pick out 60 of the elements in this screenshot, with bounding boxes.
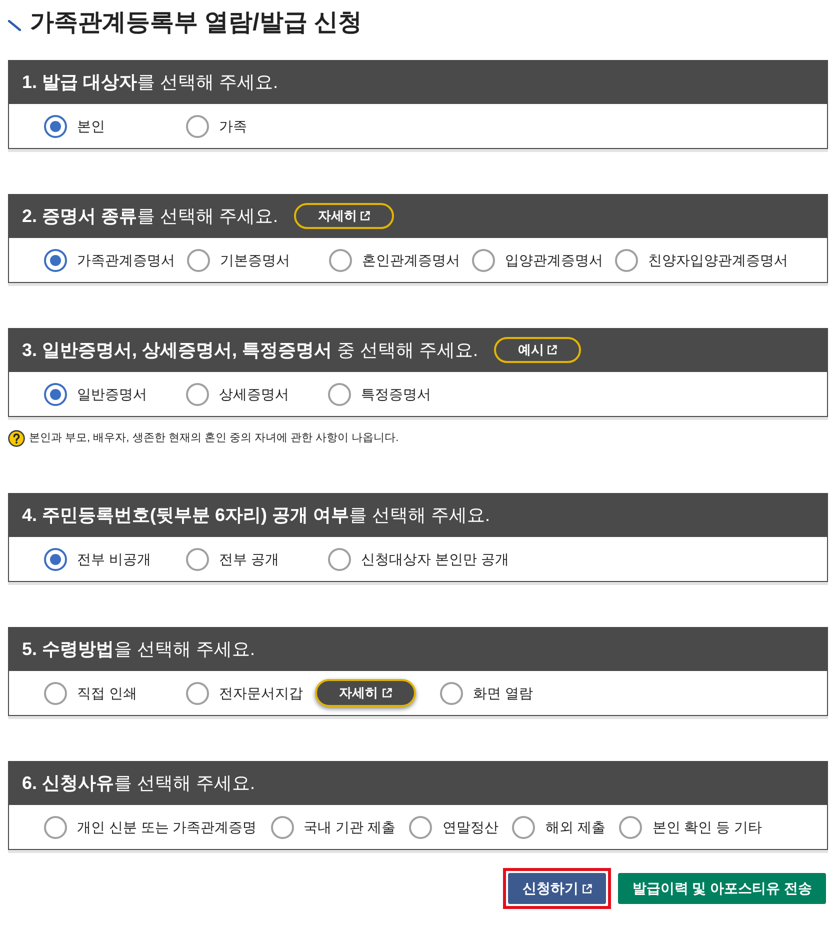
radio-label[interactable]: 친양자입양관계증명서 [648, 250, 788, 270]
radio-button[interactable] [44, 248, 67, 272]
radio-label[interactable]: 입양관계증명서 [505, 250, 603, 270]
page-title: 가족관계등록부 열람/발급 신청 [30, 8, 362, 38]
radio-button[interactable] [44, 548, 67, 570]
radio-label[interactable]: 전부 공개 [219, 548, 279, 570]
radio-label[interactable]: 연말정산 [442, 816, 498, 838]
section-title: 2. 증명서 종류를 선택해 주세요. [22, 204, 278, 228]
radio-button[interactable] [619, 816, 642, 838]
radio-label[interactable]: 신청대상자 본인만 공개 [361, 548, 509, 570]
radio-label[interactable]: 본인 [77, 116, 105, 136]
section-title: 6. 신청사유를 선택해 주세요. [22, 772, 256, 794]
radio-button[interactable] [440, 682, 463, 704]
section-title: 1. 발급 대상자를 선택해 주세요. [22, 70, 278, 94]
radio-button[interactable] [44, 114, 67, 138]
title-marker-icon [8, 20, 21, 30]
radio-label[interactable]: 가족 [219, 116, 247, 136]
radio-button[interactable] [512, 816, 536, 838]
radio-button[interactable] [328, 382, 351, 406]
action-button[interactable]: 신청하기 [508, 873, 606, 904]
link-button[interactable]: 자세히 [315, 679, 416, 707]
external-link-icon [382, 688, 392, 698]
radio-button[interactable] [329, 248, 352, 272]
radio-label[interactable]: 개인 신분 또는 가족관계증명 [77, 816, 257, 838]
section-title: 4. 주민등록번호(뒷부분 6자리) 공개 여부를 선택해 주세요. [22, 504, 490, 527]
radio-label[interactable]: 직접 인쇄 [77, 682, 137, 704]
help-note: 본인과 부모, 배우자, 생존한 현재의 혼인 중의 자녀에 관한 사항이 나옵니다. [29, 431, 399, 446]
radio-label[interactable]: 가족관계증명서 [77, 250, 175, 270]
radio-button[interactable] [44, 682, 67, 704]
radio-button[interactable] [328, 548, 351, 570]
radio-button[interactable] [472, 248, 495, 272]
radio-label[interactable]: 특정증명서 [361, 384, 431, 404]
radio-button[interactable] [186, 382, 209, 406]
external-link-icon [547, 345, 558, 355]
radio-label[interactable]: 기본증명서 [220, 250, 290, 270]
radio-label[interactable]: 전자문서지갑 [219, 682, 303, 704]
radio-button[interactable] [615, 248, 638, 272]
radio-label[interactable]: 국내 기관 제출 [304, 816, 396, 838]
radio-label[interactable]: 혼인관계증명서 [362, 250, 460, 270]
radio-button[interactable] [186, 114, 209, 138]
action-button[interactable]: 발급이력 및 아포스티유 전송 [618, 873, 826, 904]
radio-button[interactable] [44, 382, 67, 406]
section-title: 5. 수령방법을 선택해 주세요. [22, 638, 256, 660]
radio-button[interactable] [186, 548, 209, 570]
radio-label[interactable]: 본인 확인 등 기타 [652, 816, 762, 838]
radio-label[interactable]: 화면 열람 [473, 682, 533, 704]
section-title: 3. 일반증명서, 상세증명서, 특정증명서 중 선택해 주세요. [22, 338, 478, 362]
radio-label[interactable]: 상세증명서 [219, 384, 289, 404]
radio-label[interactable]: 전부 비공개 [77, 548, 151, 570]
radio-button[interactable] [409, 816, 432, 838]
radio-button[interactable] [44, 816, 67, 838]
link-button[interactable]: 자세히 [294, 203, 394, 229]
link-button[interactable]: 예시 [494, 337, 582, 363]
radio-button[interactable] [270, 816, 294, 838]
radio-label[interactable]: 일반증명서 [77, 384, 147, 404]
radio-button[interactable] [187, 248, 210, 272]
radio-label[interactable]: 해외 제출 [545, 816, 606, 838]
external-link-icon [360, 211, 370, 221]
radio-button[interactable] [186, 682, 209, 704]
help-icon [8, 430, 25, 447]
